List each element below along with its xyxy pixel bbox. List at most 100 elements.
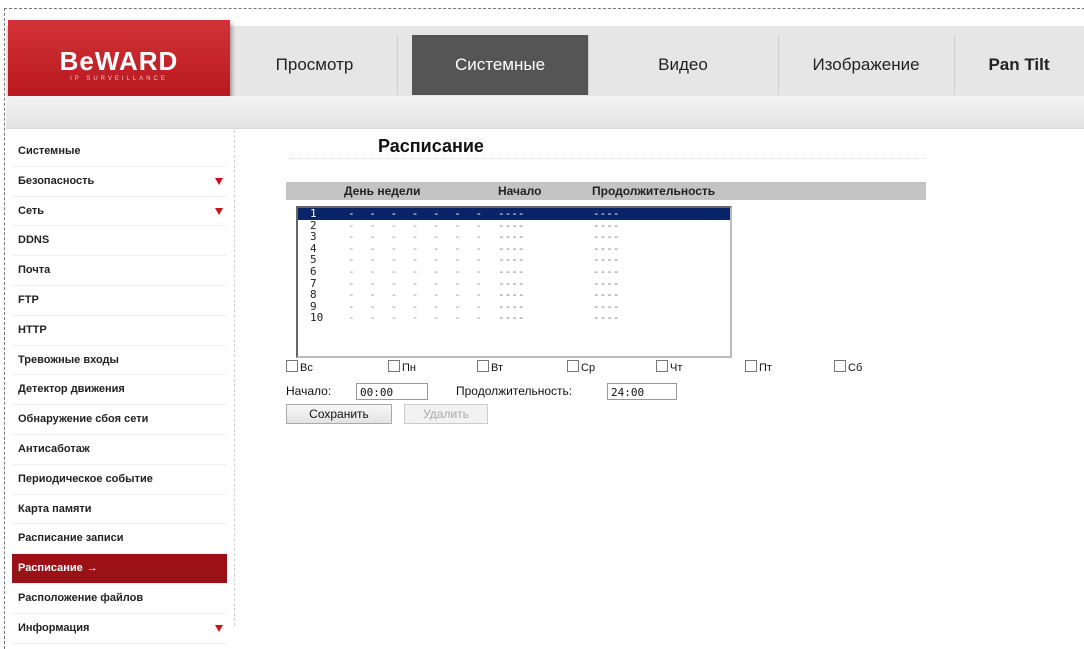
sidebar: Системные Безопасность Сеть DDNS Почта F… [12,137,227,644]
row-duration: ---- [593,288,620,302]
checkbox-icon[interactable] [567,360,579,372]
weekday-sun-checkbox[interactable]: Вс [286,360,313,374]
sidebar-item-label: FTP [18,293,39,306]
row-start: ---- [498,207,525,220]
save-button[interactable]: Сохранить [286,404,392,424]
row-number: 10 [310,311,324,325]
sidebar-divider [234,130,235,626]
list-item[interactable]: 6 - - - - - - - ---- ---- [298,266,730,278]
sidebar-item-motion-detector[interactable]: Детектор движения [12,375,227,406]
weekday-label: Ср [581,362,596,374]
sidebar-item-ftp[interactable]: FTP [12,286,227,316]
row-days: - - - - - - - [348,288,487,302]
sidebar-item-record-schedule[interactable]: Расписание записи [12,524,227,555]
row-duration: ---- [593,311,620,325]
sidebar-item-memory-card[interactable]: Карта памяти [12,495,227,525]
row-start: ---- [498,288,525,302]
weekday-label: Вс [300,362,313,374]
list-item[interactable]: 8 - - - - - - - ---- ---- [298,289,730,301]
page-title: Расписание [378,136,484,156]
right-arrow-icon: → [86,562,98,575]
sidebar-item-label: Карта памяти [18,502,92,515]
weekday-fri-checkbox[interactable]: Пт [745,360,772,374]
checkbox-icon[interactable] [286,360,298,372]
sidebar-item-label: Информация [18,621,90,634]
sidebar-item-file-location[interactable]: Расположение файлов [12,584,227,614]
weekday-label: Сб [848,362,863,374]
row-days: - - - - - - - [348,311,487,325]
sidebar-item-mail[interactable]: Почта [12,256,227,286]
sidebar-item-security[interactable]: Безопасность [12,167,227,197]
tab-image[interactable]: Изображение [778,35,955,95]
sidebar-item-label: Системные [18,145,81,157]
sidebar-item-info[interactable]: Информация [12,614,227,644]
tab-pan-tilt[interactable]: Pan Tilt [954,35,1084,95]
sidebar-item-ddns[interactable]: DDNS [12,226,227,257]
schedule-table-header: День недели Начало Продолжительность [286,182,926,200]
weekday-sat-checkbox[interactable]: Сб [834,360,862,374]
sidebar-item-label: Расположение файлов [18,591,144,604]
weekday-label: Чт [670,362,683,374]
expand-caret-icon[interactable] [215,207,223,215]
row-number: 1 [310,207,317,220]
row-start: ---- [498,264,525,278]
row-start: ---- [498,311,525,325]
beward-logo: BeWARD IP SURVEILLANCE [8,20,230,104]
start-label: Начало: [286,384,332,398]
sub-toolbar [6,96,1084,129]
row-days: - - - - - - - [348,264,487,278]
checkbox-icon[interactable] [477,360,489,372]
sidebar-item-label: Тревожные входы [18,353,119,366]
logo-subtext: IP SURVEILLANCE [70,76,168,82]
weekday-checkboxes: Вс Пн Вт Ср Чт Пт Сб [284,360,924,378]
header-day: День недели [344,184,421,198]
weekday-label: Пт [759,362,772,374]
sidebar-item-label: Расписание [18,562,83,575]
row-days: - - - - - - - [348,207,487,220]
list-item[interactable]: 10 - - - - - - - ---- ---- [298,312,730,324]
schedule-listbox[interactable]: 1- - - - - - - ---- ---- 2- - - - - - - ---… [296,206,732,358]
checkbox-icon[interactable] [656,360,668,372]
main-tabs: Просмотр Системные Видео Изображение Pan… [232,35,1084,95]
sidebar-item-label: Обнаружение сбоя сети [18,413,149,426]
weekday-mon-checkbox[interactable]: Пн [388,360,416,374]
row-duration: ---- [593,264,620,278]
duration-label: Продолжительность: [456,384,573,398]
weekday-wed-checkbox[interactable]: Ср [567,360,595,374]
sidebar-item-network[interactable]: Сеть [12,197,227,227]
logo-text: BeWARD [59,46,179,76]
delete-button[interactable]: Удалить [404,404,488,424]
sidebar-item-label: Детектор движения [18,383,125,396]
sidebar-item-label: Почта [18,264,51,277]
sidebar-item-http[interactable]: HTTP [12,316,227,346]
checkbox-icon[interactable] [388,360,400,372]
sidebar-item-label: Сеть [18,204,45,217]
header-duration: Продолжительность [592,184,716,198]
list-item[interactable]: 1 - - - - - - - ---- ---- [298,208,730,220]
sidebar-item-alarm-inputs[interactable]: Тревожные входы [12,346,227,376]
sidebar-item-schedule[interactable]: Расписание → [12,554,227,584]
sidebar-item-label: HTTP [18,323,47,336]
duration-input[interactable]: 24:00 [607,383,677,400]
sidebar-item-system[interactable]: Системные [12,137,227,167]
sidebar-item-network-failure[interactable]: Обнаружение сбоя сети [12,405,227,435]
weekday-label: Вт [491,362,504,374]
tab-system[interactable]: Системные [412,35,589,95]
sidebar-item-label: Периодическое событие [18,472,153,485]
tab-view[interactable]: Просмотр [232,35,398,95]
weekday-thu-checkbox[interactable]: Чт [656,360,682,374]
sidebar-item-periodic-event[interactable]: Периодическое событие [12,465,227,495]
sidebar-item-label: Антисаботаж [18,442,90,455]
row-number: 6 [310,264,317,278]
row-duration: ---- [593,207,620,220]
checkbox-icon[interactable] [745,360,757,372]
checkbox-icon[interactable] [834,360,846,372]
expand-caret-icon[interactable] [215,177,223,185]
tab-video[interactable]: Видео [588,35,779,95]
sidebar-item-label: DDNS [18,234,50,247]
sidebar-item-tamper[interactable]: Антисаботаж [12,435,227,465]
start-time-input[interactable]: 00:00 [356,383,428,400]
row-number: 8 [310,288,317,302]
weekday-label: Пн [402,362,416,374]
weekday-tue-checkbox[interactable]: Вт [477,360,503,374]
